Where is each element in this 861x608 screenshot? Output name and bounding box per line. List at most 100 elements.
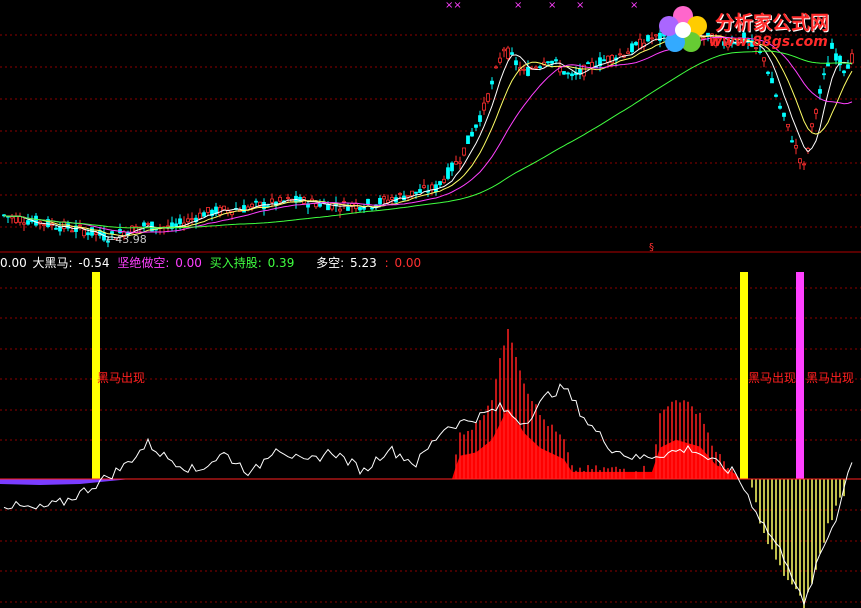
legend-item-black-horse: 大黑马: -0.54: [33, 256, 112, 270]
legend-label: 买入持股:: [209, 256, 262, 270]
candle-body: [186, 218, 190, 223]
grid-lines: [0, 34, 861, 603]
candle-body: [782, 112, 786, 117]
candle-body: [646, 35, 650, 42]
candle-body: [94, 232, 98, 235]
candle-body: [602, 59, 606, 62]
candle-body: [422, 185, 426, 188]
low-price-value: 43.98: [115, 233, 147, 246]
candle-body: [358, 206, 362, 211]
candle-body: [250, 203, 254, 208]
candle-body: [278, 196, 282, 202]
candle-body: [406, 195, 410, 198]
candle-body: [766, 71, 770, 74]
candle-body: [198, 212, 202, 220]
candle-body: [850, 53, 854, 64]
candle-body: [474, 124, 478, 128]
candle-body: [486, 93, 490, 102]
candle-body: [790, 140, 794, 143]
candle-body: [54, 227, 58, 230]
watermark: 分析家公式网 www.88gs.com: [657, 4, 857, 54]
legend-label: 多空:: [316, 256, 345, 270]
top-mark: ×: [548, 0, 556, 11]
candle-body: [242, 205, 246, 213]
candle-body: [190, 218, 194, 221]
candle-body: [330, 202, 334, 210]
candle-body: [794, 144, 798, 149]
candle-body: [458, 161, 462, 164]
candle-body: [370, 207, 374, 210]
candle-body: [494, 66, 498, 69]
legend-value: -0.54: [78, 256, 110, 270]
candle-body: [382, 196, 386, 200]
candle-body: [178, 218, 182, 225]
candle-body: [174, 223, 178, 227]
candle-body: [78, 224, 82, 227]
candle-body: [314, 203, 318, 208]
candle-body: [566, 72, 570, 75]
candle-body: [526, 66, 530, 76]
ma10-line: [3, 35, 853, 237]
candle-body: [398, 193, 402, 195]
candle-body: [626, 51, 630, 54]
candle-body: [786, 123, 790, 128]
candle-body: [586, 62, 590, 65]
candle-body: [442, 178, 446, 183]
candle-body: [822, 73, 826, 76]
candle-body: [818, 89, 822, 94]
candle-body: [22, 222, 26, 225]
candle-body: [206, 207, 210, 213]
candle-body: [414, 191, 418, 194]
candle-body: [634, 42, 638, 46]
candle-body: [538, 66, 542, 69]
candle-body: [326, 203, 330, 211]
candle-body: [202, 212, 206, 217]
legend-label: :: [384, 256, 389, 270]
candle-body: [562, 71, 566, 75]
legend-label: 大黑马:: [32, 256, 73, 270]
legend-item-short: 坚绝做空: 0.00: [117, 256, 204, 270]
candle-body: [58, 226, 62, 232]
low-price-label: ←43.98: [106, 233, 147, 246]
ma5-line: [3, 34, 853, 239]
candle-body: [142, 222, 146, 227]
candle-body: [846, 64, 850, 69]
candle-body: [418, 189, 422, 193]
signal-label-2: 黑马出现: [748, 371, 797, 385]
s-mark: §: [649, 242, 654, 253]
candle-body: [378, 197, 382, 205]
top-mark: ×: [514, 0, 522, 11]
candle-body: [490, 80, 494, 85]
candle-body: [270, 198, 274, 203]
candle-body: [318, 202, 322, 207]
candle-body: [410, 190, 414, 197]
legend-item-bullbear: 多空: 5.23: [316, 256, 379, 270]
candle-body: [814, 109, 818, 114]
candle-body: [466, 135, 470, 144]
legend-value: 5.23: [350, 256, 377, 270]
candle-body: [514, 60, 518, 66]
candle-body: [434, 184, 438, 193]
candle-body: [550, 60, 554, 64]
candle-body: [470, 131, 474, 137]
signal-bar-3: [796, 272, 804, 479]
candle-body: [522, 68, 526, 71]
top-mark: ×: [576, 0, 584, 11]
candle-body: [502, 48, 506, 52]
candle-body: [286, 197, 290, 199]
candle-body: [18, 216, 22, 223]
candle-body: [34, 215, 38, 226]
candle-body: [834, 53, 838, 61]
top-mark: ×: [630, 0, 638, 11]
candle-body: [778, 105, 782, 109]
legend-value: 0.00: [394, 256, 422, 270]
candle-body: [630, 43, 634, 53]
candle-body: [534, 66, 538, 69]
candle-body: [222, 205, 226, 211]
legend-first-value: 0.00: [0, 256, 27, 270]
candle-body: [146, 223, 150, 225]
candle-body: [482, 102, 486, 111]
candle-body: [650, 37, 654, 40]
candle-body: [498, 57, 502, 63]
legend-value: 0.00: [175, 256, 202, 270]
